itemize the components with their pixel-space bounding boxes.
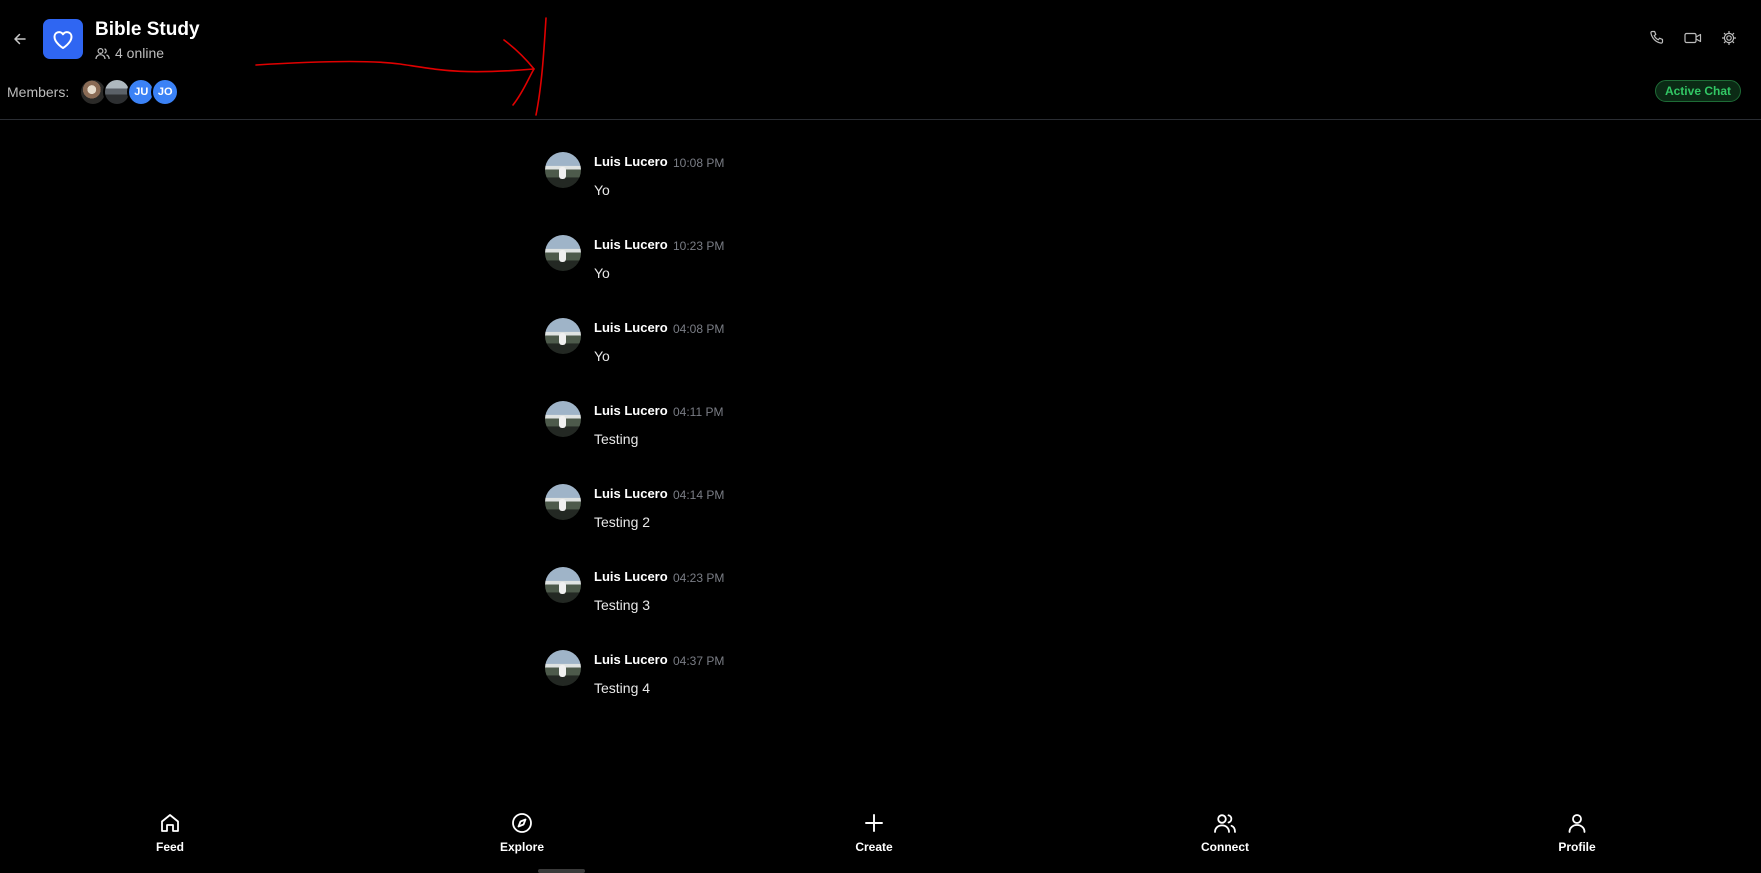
message-text: Testing 3 <box>594 597 651 613</box>
group-title: Bible Study <box>95 19 200 40</box>
nav-profile[interactable]: Profile <box>1532 810 1622 854</box>
nav-create[interactable]: Create <box>829 810 919 854</box>
nav-explore[interactable]: Explore <box>477 810 567 854</box>
online-text: 4 online <box>115 45 165 61</box>
author-avatar[interactable] <box>545 152 581 188</box>
message-item: Luis Lucero 04:23 PM Testing 3 <box>545 563 1045 646</box>
chat-header: Bible Study 4 online Members: JU JO Acti… <box>0 0 1761 120</box>
message-time: 04:11 PM <box>673 405 724 419</box>
scroll-indicator <box>538 869 585 873</box>
members-label: Members: <box>7 84 70 100</box>
nav-feed-label: Feed <box>155 840 184 854</box>
bottom-nav: Feed Explore Create Connect Profile <box>0 810 1761 873</box>
nav-explore-label: Explore <box>499 840 544 854</box>
nav-feed[interactable]: Feed <box>125 810 215 854</box>
header-actions <box>1647 28 1739 48</box>
back-arrow-icon <box>14 33 26 45</box>
message-text: Yo <box>594 265 610 281</box>
video-icon <box>1684 32 1702 44</box>
group-icon-badge <box>43 19 83 59</box>
author-avatar[interactable] <box>545 235 581 271</box>
message-item: Luis Lucero 04:08 PM Yo <box>545 314 1045 397</box>
message-item: Luis Lucero 04:14 PM Testing 2 <box>545 480 1045 563</box>
members-row: Members: JU JO <box>7 78 180 106</box>
author-name: Luis Lucero <box>594 154 668 169</box>
message-list: Luis Lucero 10:08 PM Yo Luis Lucero 10:2… <box>545 148 1045 729</box>
heart-icon <box>53 31 73 49</box>
author-name: Luis Lucero <box>594 403 668 418</box>
nav-profile-label: Profile <box>1558 840 1596 854</box>
message-time: 04:23 PM <box>673 571 725 585</box>
author-avatar[interactable] <box>545 484 581 520</box>
gear-icon <box>1722 31 1736 45</box>
plus-icon <box>865 814 883 832</box>
message-text: Testing 4 <box>594 680 651 696</box>
home-icon <box>161 814 179 832</box>
author-name: Luis Lucero <box>594 320 668 335</box>
red-arrow-annotation <box>255 17 547 116</box>
compass-icon <box>512 813 532 833</box>
users-icon <box>1214 814 1236 833</box>
author-name: Luis Lucero <box>594 569 668 584</box>
phone-icon <box>1650 30 1664 44</box>
author-name: Luis Lucero <box>594 237 668 252</box>
users-icon <box>95 47 110 59</box>
nav-create-label: Create <box>855 840 893 854</box>
message-text: Testing <box>594 431 639 447</box>
message-item: Luis Lucero 04:37 PM Testing 4 <box>545 646 1045 729</box>
user-icon <box>1568 814 1586 833</box>
message-time: 10:23 PM <box>673 239 725 253</box>
message-item: Luis Lucero 10:23 PM Yo <box>545 231 1045 314</box>
message-time: 04:14 PM <box>673 488 725 502</box>
author-name: Luis Lucero <box>594 486 668 501</box>
member-avatar-jo[interactable]: JO <box>151 78 180 106</box>
message-time: 04:08 PM <box>673 322 725 336</box>
nav-connect-label: Connect <box>1201 840 1249 854</box>
author-avatar[interactable] <box>545 567 581 603</box>
nav-connect[interactable]: Connect <box>1180 810 1270 854</box>
message-item: Luis Lucero 04:11 PM Testing <box>545 397 1045 480</box>
back-button[interactable] <box>9 28 31 50</box>
message-text: Yo <box>594 182 610 198</box>
author-avatar[interactable] <box>545 401 581 437</box>
author-avatar[interactable] <box>545 318 581 354</box>
call-button[interactable] <box>1647 28 1667 48</box>
message-text: Testing 2 <box>594 514 651 530</box>
message-item: Luis Lucero 10:08 PM Yo <box>545 148 1045 231</box>
message-text: Yo <box>594 348 610 364</box>
message-time: 10:08 PM <box>673 156 725 170</box>
settings-button[interactable] <box>1719 28 1739 48</box>
online-count: 4 online <box>95 45 164 61</box>
status-badge: Active Chat <box>1654 80 1741 102</box>
member-avatars: JU JO <box>79 78 180 106</box>
message-time: 04:37 PM <box>673 654 725 668</box>
author-name: Luis Lucero <box>594 652 668 667</box>
author-avatar[interactable] <box>545 650 581 686</box>
video-call-button[interactable] <box>1683 28 1703 48</box>
